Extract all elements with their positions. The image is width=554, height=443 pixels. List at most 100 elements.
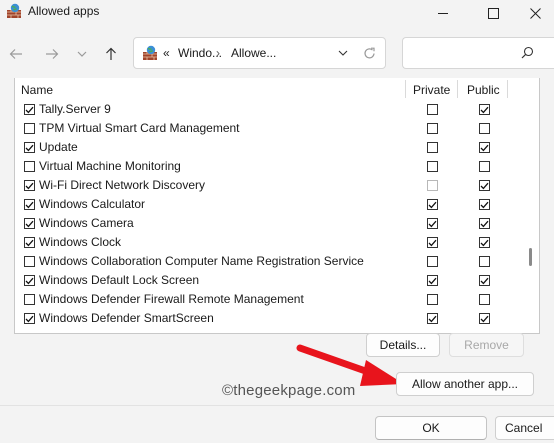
footer-divider xyxy=(0,405,554,406)
app-name: Wi-Fi Direct Network Discovery xyxy=(39,178,206,192)
app-name: Windows Defender Firewall Remote Managem… xyxy=(39,292,304,306)
firewall-app-icon xyxy=(6,3,22,19)
refresh-button[interactable] xyxy=(360,44,378,62)
private-checkbox[interactable] xyxy=(427,104,438,115)
app-row[interactable]: Virtual Machine Monitoring xyxy=(15,157,525,176)
app-enabled-checkbox[interactable] xyxy=(24,123,35,134)
watermark-text: ©thegeekpage.com xyxy=(222,382,356,399)
chevron-down-icon xyxy=(338,50,348,56)
app-enabled-checkbox[interactable] xyxy=(24,294,35,305)
remove-button[interactable]: Remove xyxy=(449,333,524,357)
app-name: Windows Collaboration Computer Name Regi… xyxy=(39,254,364,268)
app-row[interactable]: TPM Virtual Smart Card Management xyxy=(15,119,525,138)
app-enabled-checkbox[interactable] xyxy=(24,104,35,115)
public-checkbox[interactable] xyxy=(479,256,490,267)
app-name: Windows Calculator xyxy=(39,197,146,211)
public-checkbox[interactable] xyxy=(479,180,490,191)
cancel-button[interactable]: Cancel xyxy=(495,416,554,440)
address-bar[interactable]: « Windo... › Allowe... xyxy=(133,37,386,69)
public-checkbox[interactable] xyxy=(479,275,490,286)
allowed-apps-list[interactable]: Name Private Public Tally.Server 9 TPM Vi… xyxy=(14,78,540,334)
column-divider xyxy=(405,80,406,98)
private-checkbox[interactable] xyxy=(427,199,438,210)
app-enabled-checkbox[interactable] xyxy=(24,180,35,191)
app-row[interactable]: Windows Default Lock Screen xyxy=(15,271,525,290)
maximize-icon xyxy=(487,7,499,19)
column-header-name[interactable]: Name xyxy=(21,83,53,97)
app-row[interactable]: Wi-Fi Direct Network Discovery xyxy=(15,176,525,195)
private-checkbox[interactable] xyxy=(427,237,438,248)
app-enabled-checkbox[interactable] xyxy=(24,313,35,324)
private-checkbox[interactable] xyxy=(427,313,438,324)
allow-another-app-button[interactable]: Allow another app... xyxy=(396,372,534,396)
app-enabled-checkbox[interactable] xyxy=(24,275,35,286)
public-checkbox[interactable] xyxy=(479,142,490,153)
window-title: Allowed apps xyxy=(28,4,100,18)
firewall-location-icon xyxy=(142,45,158,61)
breadcrumb-chevron: › xyxy=(216,46,220,60)
app-enabled-checkbox[interactable] xyxy=(24,256,35,267)
back-button[interactable] xyxy=(6,44,26,64)
app-enabled-checkbox[interactable] xyxy=(24,142,35,153)
app-name: Update xyxy=(39,140,78,154)
app-name: Virtual Machine Monitoring xyxy=(39,159,181,173)
private-checkbox[interactable] xyxy=(427,275,438,286)
app-row[interactable]: Windows Collaboration Computer Name Regi… xyxy=(15,252,525,271)
private-checkbox[interactable] xyxy=(427,142,438,153)
refresh-icon xyxy=(363,47,375,58)
app-rows: Tally.Server 9 TPM Virtual Smart Card Man… xyxy=(15,100,525,333)
arrow-left-icon xyxy=(9,49,22,59)
app-row[interactable]: Windows Clock xyxy=(15,233,525,252)
search-input[interactable] xyxy=(402,37,554,69)
breadcrumb-item[interactable]: Allowe... xyxy=(231,46,276,60)
address-dropdown-button[interactable] xyxy=(334,44,352,62)
app-row[interactable]: Windows Defender Firewall Remote Managem… xyxy=(15,290,525,309)
close-icon xyxy=(529,7,541,19)
public-checkbox[interactable] xyxy=(479,313,490,324)
app-row[interactable]: Windows Defender SmartScreen xyxy=(15,309,525,328)
private-checkbox[interactable] xyxy=(427,161,438,172)
chevron-down-icon xyxy=(77,51,87,57)
private-checkbox[interactable] xyxy=(427,256,438,267)
column-header-private[interactable]: Private xyxy=(413,83,450,97)
column-header-public[interactable]: Public xyxy=(467,83,500,97)
app-row[interactable]: Tally.Server 9 xyxy=(15,100,525,119)
column-divider xyxy=(457,80,458,98)
minimize-button[interactable] xyxy=(420,0,466,26)
up-button[interactable] xyxy=(101,44,121,64)
app-name: TPM Virtual Smart Card Management xyxy=(39,121,240,135)
public-checkbox[interactable] xyxy=(479,218,490,229)
scrollbar-thumb[interactable] xyxy=(529,248,532,266)
app-enabled-checkbox[interactable] xyxy=(24,218,35,229)
public-checkbox[interactable] xyxy=(479,104,490,115)
private-checkbox[interactable] xyxy=(427,123,438,134)
close-button[interactable] xyxy=(516,0,554,26)
search-icon xyxy=(521,46,534,62)
public-checkbox[interactable] xyxy=(479,199,490,210)
vertical-scrollbar[interactable] xyxy=(526,182,535,333)
title-bar[interactable]: Allowed apps xyxy=(0,0,554,26)
public-checkbox[interactable] xyxy=(479,123,490,134)
arrow-up-icon xyxy=(106,47,116,60)
app-enabled-checkbox[interactable] xyxy=(24,161,35,172)
private-checkbox[interactable] xyxy=(427,294,438,305)
app-enabled-checkbox[interactable] xyxy=(24,237,35,248)
maximize-button[interactable] xyxy=(470,0,516,26)
app-row[interactable]: Windows Calculator xyxy=(15,195,525,214)
private-checkbox[interactable] xyxy=(427,218,438,229)
app-row[interactable]: Windows Camera xyxy=(15,214,525,233)
public-checkbox[interactable] xyxy=(479,161,490,172)
app-row[interactable]: Update xyxy=(15,138,525,157)
column-divider xyxy=(507,80,508,98)
private-checkbox[interactable] xyxy=(427,180,438,191)
arrow-right-icon xyxy=(46,49,59,59)
breadcrumb-overflow[interactable]: « xyxy=(163,46,170,60)
forward-button[interactable] xyxy=(42,44,62,64)
ok-button[interactable]: OK xyxy=(375,416,487,440)
app-name: Tally.Server 9 xyxy=(39,102,111,116)
public-checkbox[interactable] xyxy=(479,294,490,305)
app-enabled-checkbox[interactable] xyxy=(24,199,35,210)
public-checkbox[interactable] xyxy=(479,237,490,248)
app-name: Windows Clock xyxy=(39,235,122,249)
recent-locations-button[interactable] xyxy=(72,44,92,64)
